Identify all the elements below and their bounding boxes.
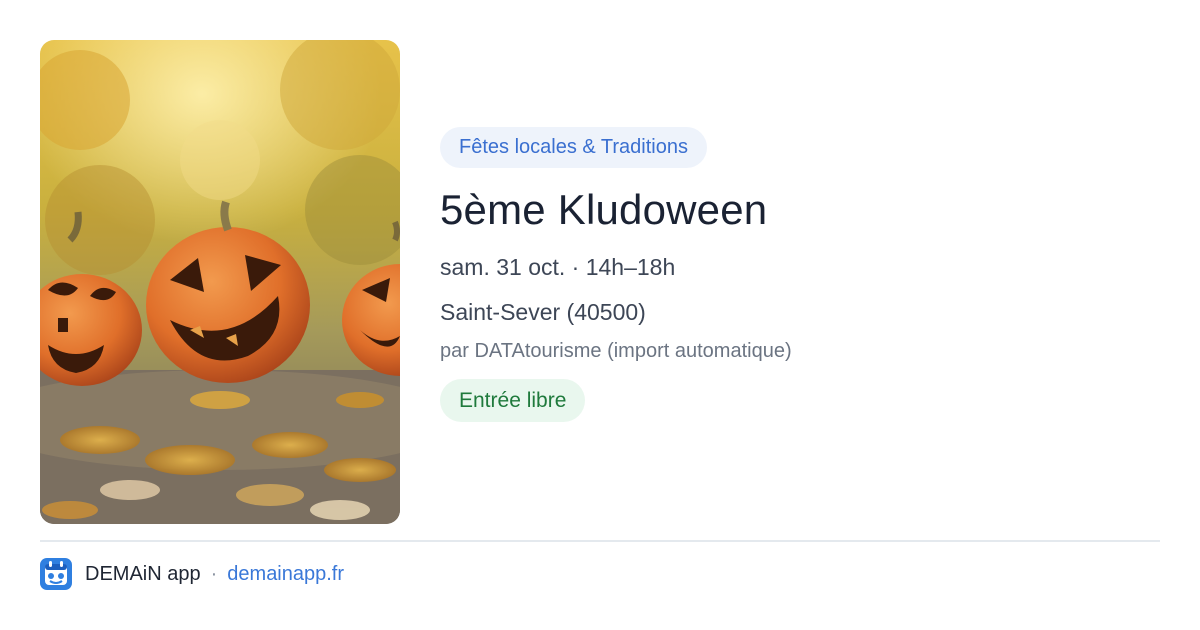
category-badge[interactable]: Fêtes locales & Traditions — [440, 127, 707, 168]
event-details: Fêtes locales & Traditions 5ème Kludowee… — [440, 127, 1160, 422]
event-source: par DATAtourisme (import automatique) — [440, 340, 792, 362]
app-website-link[interactable]: demainapp.fr — [227, 563, 344, 586]
footer-divider — [40, 540, 1160, 542]
event-title: 5ème Kludoween — [440, 186, 768, 233]
demain-app-icon[interactable] — [40, 558, 72, 590]
event-datetime: sam. 31 oct. · 14h–18h — [440, 254, 676, 280]
halloween-pumpkins-photo — [40, 40, 400, 524]
price-badge: Entrée libre — [440, 379, 586, 422]
footer: DEMAiN app · demainapp.fr — [40, 558, 344, 590]
app-name: DEMAiN app — [85, 562, 201, 585]
event-location: Saint-Sever (40500) — [440, 299, 646, 325]
separator-dot: · — [210, 562, 218, 585]
event-image — [40, 40, 400, 524]
